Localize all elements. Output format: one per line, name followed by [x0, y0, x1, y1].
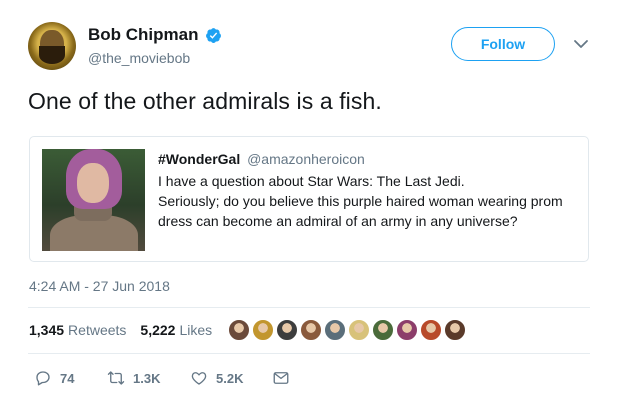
chevron-down-icon[interactable] [573, 37, 589, 51]
divider [28, 307, 590, 308]
quoted-tweet[interactable]: #WonderGal @amazonheroicon I have a ques… [29, 136, 589, 262]
quoted-tweet-header: #WonderGal @amazonheroicon [158, 151, 365, 167]
direct-message-button[interactable] [272, 369, 290, 387]
retweet-icon [107, 371, 125, 385]
quoted-author-name: #WonderGal [158, 151, 241, 167]
quoted-text-line: Seriously; do you believe this purple ha… [158, 193, 563, 209]
liker-avatar[interactable] [443, 318, 467, 342]
reply-count: 74 [60, 370, 75, 386]
quoted-author-handle: @amazonheroicon [247, 151, 365, 167]
liker-avatar[interactable] [371, 318, 395, 342]
liker-avatar[interactable] [419, 318, 443, 342]
retweet-count: 1.3K [133, 370, 161, 386]
retweet-button[interactable]: 1.3K [107, 369, 160, 387]
like-button[interactable]: 5.2K [190, 369, 243, 387]
quoted-text-line: dress can become an admiral of an army i… [158, 213, 518, 229]
divider [28, 353, 590, 354]
like-count: 5.2K [216, 370, 244, 386]
tweet-timestamp[interactable]: 4:24 AM - 27 Jun 2018 [29, 278, 170, 294]
author-avatar[interactable] [28, 22, 76, 70]
likes-label[interactable]: Likes [179, 322, 212, 338]
tweet-text: One of the other admirals is a fish. [28, 88, 382, 114]
author-handle[interactable]: @the_moviebob [88, 50, 190, 66]
avatar-beard [39, 46, 65, 64]
follow-button[interactable]: Follow [451, 27, 555, 61]
liker-avatar[interactable] [251, 318, 275, 342]
reply-icon [36, 371, 50, 386]
retweets-label[interactable]: Retweets [68, 322, 126, 338]
liker-avatar[interactable] [299, 318, 323, 342]
liker-avatar[interactable] [323, 318, 347, 342]
quoted-text-line: I have a question about Star Wars: The L… [158, 173, 465, 189]
liker-avatar[interactable] [395, 318, 419, 342]
liker-avatars[interactable] [227, 318, 467, 342]
direct-message-icon [273, 372, 289, 384]
liker-avatar[interactable] [275, 318, 299, 342]
heart-icon [191, 372, 207, 385]
quoted-tweet-image[interactable] [42, 149, 145, 251]
verified-badge-icon [205, 27, 221, 43]
liker-avatar[interactable] [347, 318, 371, 342]
author-name-row: Bob Chipman [88, 25, 222, 45]
retweets-count[interactable]: 1,345 [29, 322, 64, 338]
likes-count[interactable]: 5,222 [140, 322, 175, 338]
liker-avatar[interactable] [227, 318, 251, 342]
tweet-stats: 1,345 Retweets 5,222 Likes [29, 322, 226, 338]
author-name[interactable]: Bob Chipman [88, 25, 199, 45]
image-figure-face [77, 163, 109, 203]
reply-button[interactable]: 74 [34, 369, 74, 387]
